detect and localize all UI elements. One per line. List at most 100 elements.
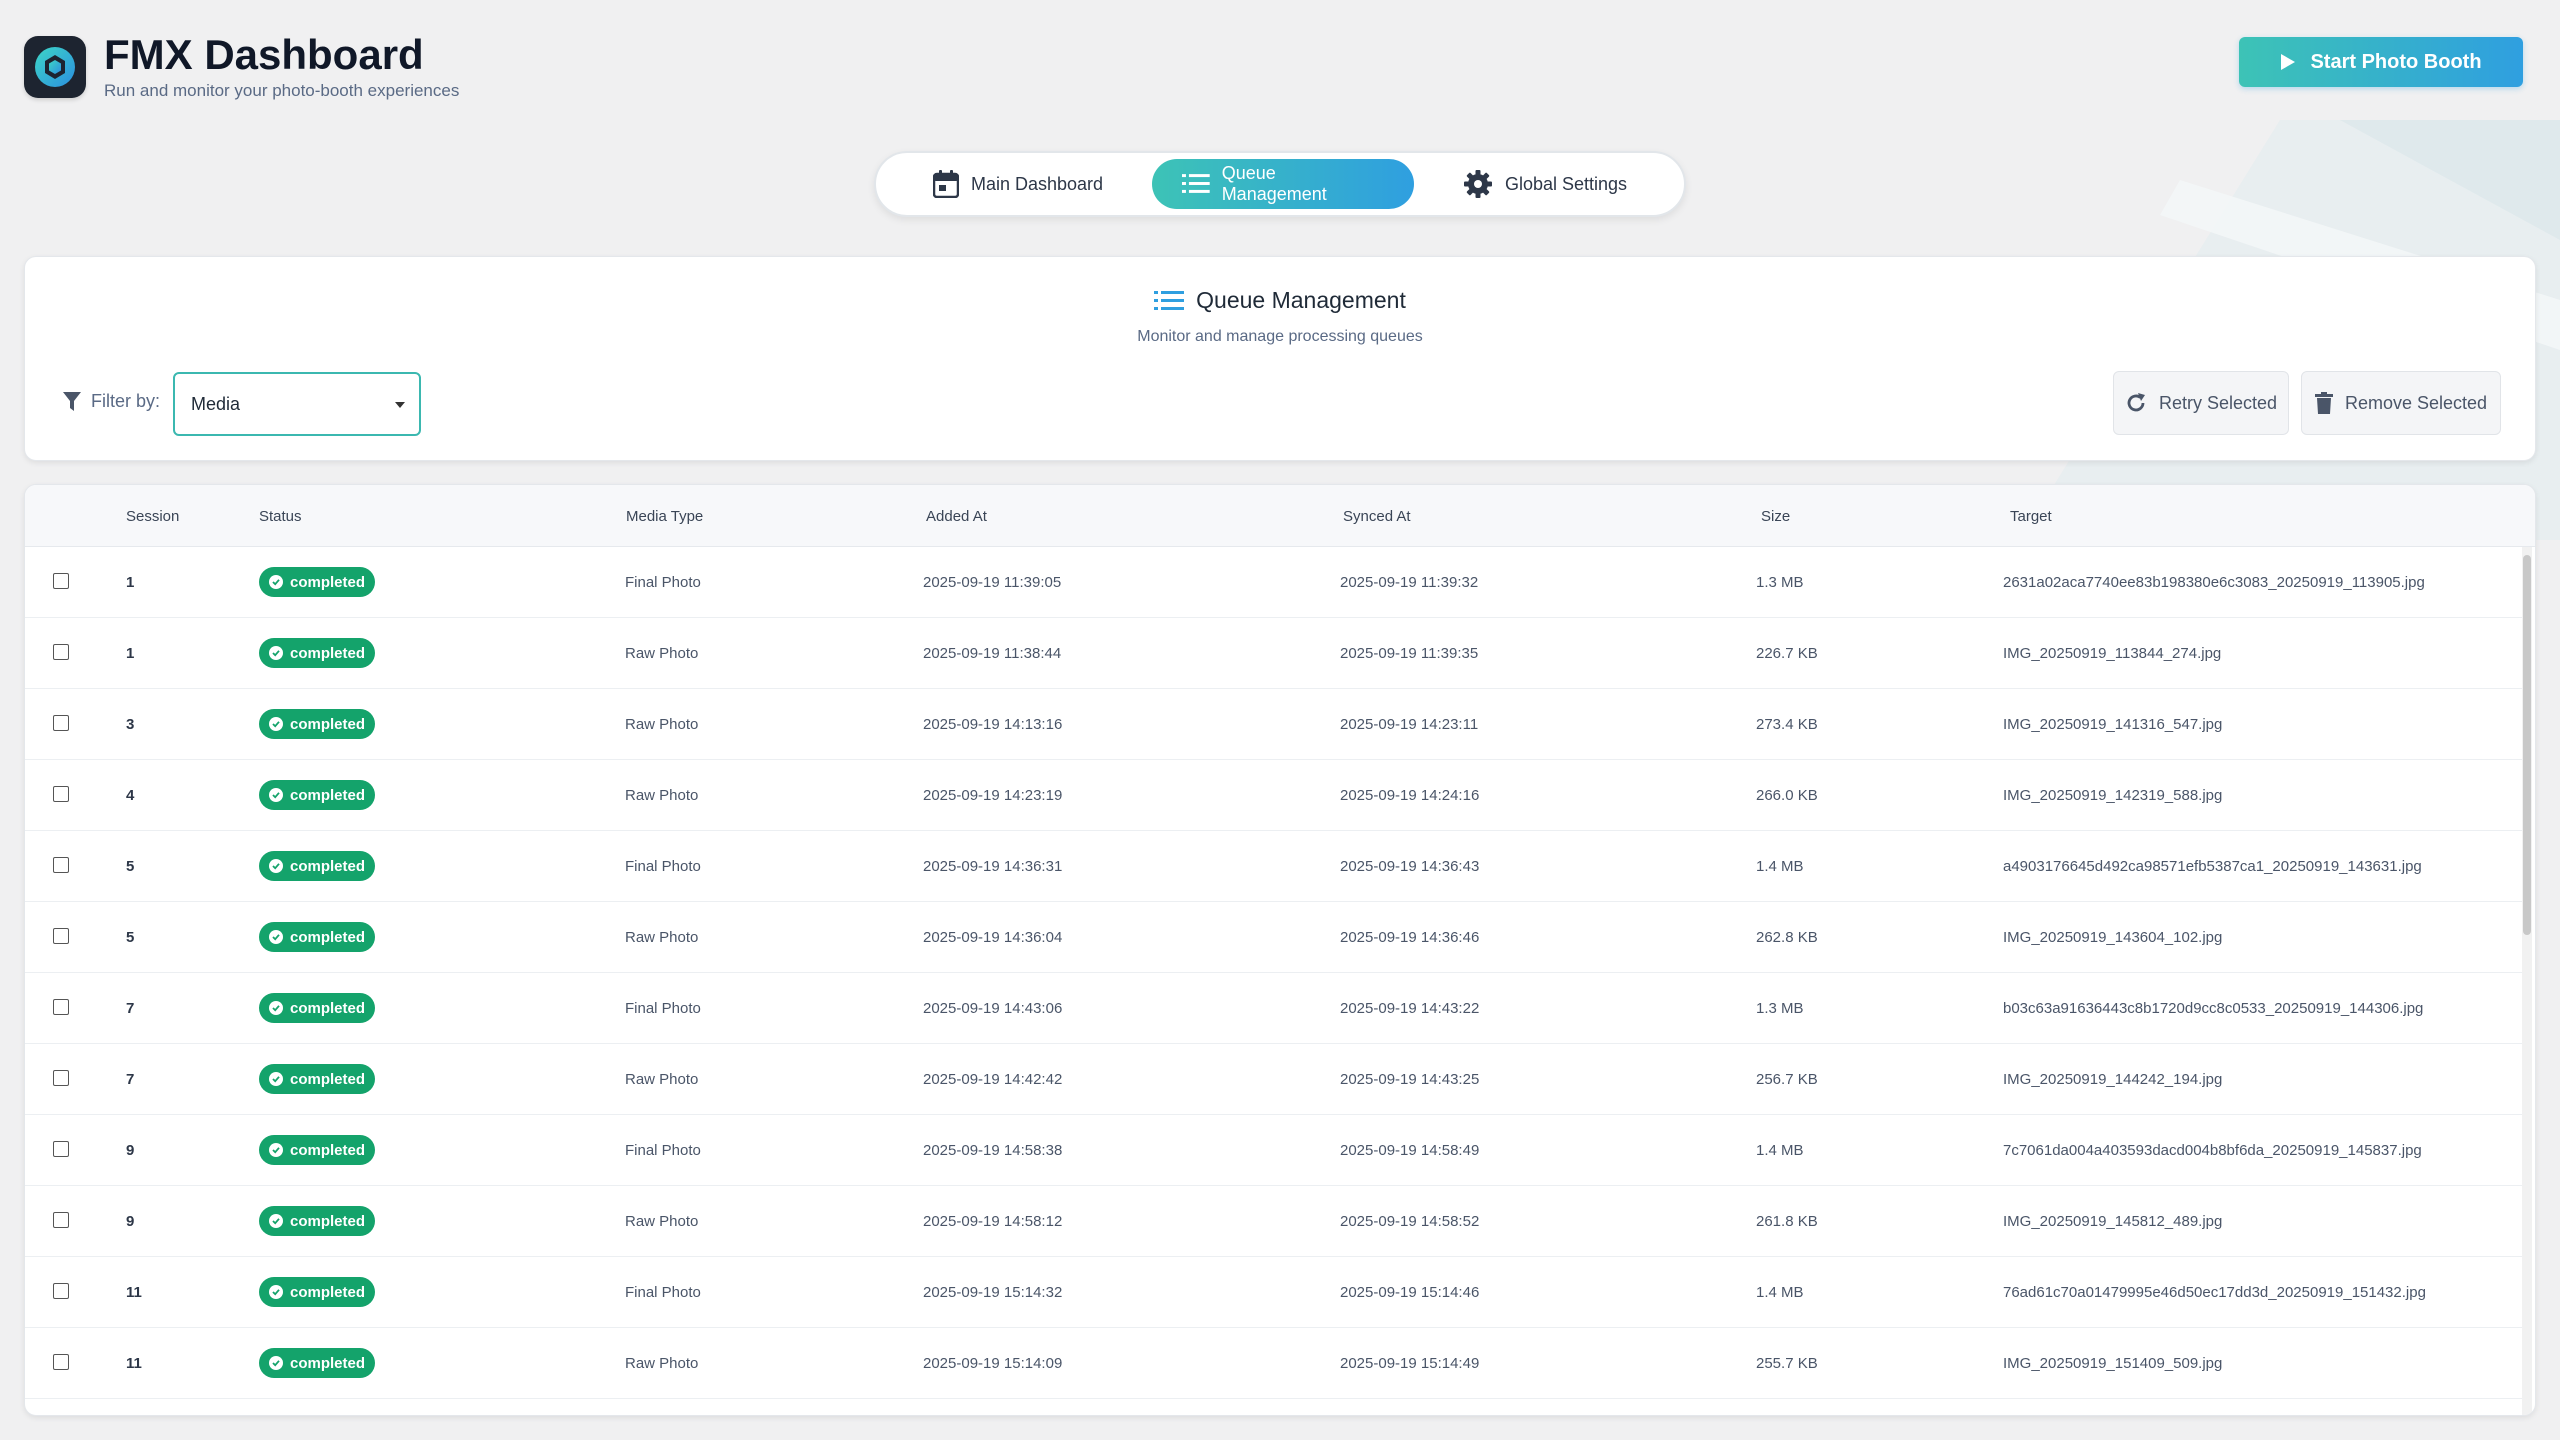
row-checkbox[interactable] — [53, 786, 69, 802]
table-row[interactable]: 7 completed Raw Photo 2025-09-19 14:42:4… — [25, 1044, 2525, 1115]
column-header-media-type[interactable]: Media Type — [626, 508, 703, 525]
cell-added-at: 2025-09-19 15:14:32 — [923, 1284, 1063, 1301]
row-checkbox[interactable] — [53, 999, 69, 1015]
table-row[interactable]: 5 completed Raw Photo 2025-09-19 14:36:0… — [25, 902, 2525, 973]
status-badge-label: completed — [290, 1212, 366, 1230]
cell-session: 5 — [126, 929, 135, 946]
cell-synced-at: 2025-09-19 14:36:43 — [1340, 858, 1480, 875]
cell-synced-at: 2025-09-19 15:14:49 — [1340, 1355, 1480, 1372]
table-row[interactable]: 9 completed Final Photo 2025-09-19 14:58… — [25, 1115, 2525, 1186]
cell-target: 7c7061da004a403593dacd004b8bf6da_2025091… — [2003, 1142, 2422, 1159]
status-badge-label: completed — [290, 1354, 366, 1372]
cell-media-type: Final Photo — [625, 1142, 701, 1159]
cell-media-type: Final Photo — [625, 1284, 701, 1301]
table-row[interactable]: 11 completed Raw Photo 2025-09-19 15:14:… — [25, 1328, 2525, 1399]
start-photo-booth-button[interactable]: Start Photo Booth — [2239, 37, 2523, 87]
status-badge: completed — [259, 638, 375, 668]
row-checkbox[interactable] — [53, 1283, 69, 1299]
status-badge-label: completed — [290, 715, 366, 733]
table-row[interactable]: 3 completed Raw Photo 2025-09-19 14:13:1… — [25, 689, 2525, 760]
table-scrollbar[interactable] — [2522, 547, 2532, 1415]
status-badge: completed — [259, 851, 375, 881]
tab-main-dashboard[interactable]: Main Dashboard — [884, 159, 1152, 209]
cell-target: IMG_20250919_151409_509.jpg — [2003, 1355, 2223, 1372]
check-circle-icon — [269, 717, 283, 731]
cell-media-type: Raw Photo — [625, 929, 699, 946]
cell-added-at: 2025-09-19 11:38:44 — [923, 645, 1062, 662]
table-row[interactable]: 7 completed Final Photo 2025-09-19 14:43… — [25, 973, 2525, 1044]
status-badge-label: completed — [290, 1070, 366, 1088]
cell-media-type: Raw Photo — [625, 645, 699, 662]
check-circle-icon — [269, 575, 283, 589]
row-checkbox[interactable] — [53, 1141, 69, 1157]
row-checkbox[interactable] — [53, 928, 69, 944]
scrollbar-thumb[interactable] — [2523, 555, 2531, 935]
cell-synced-at: 2025-09-19 14:23:11 — [1340, 716, 1479, 733]
cell-media-type: Raw Photo — [625, 1071, 699, 1088]
check-circle-icon — [269, 646, 283, 660]
column-header-status[interactable]: Status — [259, 508, 302, 525]
app-title: FMX Dashboard — [104, 31, 424, 78]
column-header-target[interactable]: Target — [2010, 508, 2052, 525]
table-row[interactable]: 5 completed Final Photo 2025-09-19 14:36… — [25, 831, 2525, 902]
cell-media-type: Raw Photo — [625, 1213, 699, 1230]
status-badge: completed — [259, 1064, 375, 1094]
column-header-synced-at[interactable]: Synced At — [1343, 508, 1411, 525]
cell-session: 1 — [126, 645, 135, 662]
cell-media-type: Final Photo — [625, 574, 701, 591]
row-checkbox[interactable] — [53, 1070, 69, 1086]
start-photo-booth-label: Start Photo Booth — [2310, 50, 2482, 73]
cell-target: b03c63a91636443c8b1720d9cc8c0533_2025091… — [2003, 1000, 2424, 1017]
cell-session: 9 — [126, 1142, 135, 1159]
status-badge: completed — [259, 567, 375, 597]
column-header-added-at[interactable]: Added At — [926, 508, 987, 525]
column-header-session[interactable]: Session — [126, 508, 179, 525]
retry-selected-button[interactable]: Retry Selected — [2113, 371, 2289, 435]
cell-size: 266.0 KB — [1756, 787, 1818, 804]
cell-session: 3 — [126, 716, 135, 733]
cell-target: 76ad61c70a01479995e46d50ec17dd3d_2025091… — [2003, 1284, 2426, 1301]
calendar-icon — [932, 170, 959, 198]
cell-target: a4903176645d492ca98571efb5387ca1_2025091… — [2003, 858, 2422, 875]
row-checkbox[interactable] — [53, 715, 69, 731]
filter-label: Filter by: — [63, 391, 160, 412]
remove-selected-button[interactable]: Remove Selected — [2301, 371, 2501, 435]
table-row[interactable]: 1 completed Final Photo 2025-09-19 11:39… — [25, 547, 2525, 618]
filter-select[interactable]: Media — [173, 372, 421, 436]
cell-media-type: Raw Photo — [625, 1355, 699, 1372]
queue-management-card: Queue Management Monitor and manage proc… — [24, 256, 2536, 461]
cell-media-type: Raw Photo — [625, 787, 699, 804]
row-checkbox[interactable] — [53, 857, 69, 873]
filter-select-value: Media — [191, 393, 241, 414]
column-header-size[interactable]: Size — [1761, 508, 1790, 525]
tab-queue-management[interactable]: Queue Management — [1152, 159, 1414, 209]
table-header: Session Status Media Type Added At Synce… — [25, 485, 2535, 547]
cell-media-type: Raw Photo — [625, 716, 699, 733]
cell-size: 1.4 MB — [1756, 858, 1804, 875]
table-row[interactable]: 4 completed Raw Photo 2025-09-19 14:23:1… — [25, 760, 2525, 831]
status-badge: completed — [259, 709, 375, 739]
cell-added-at: 2025-09-19 14:58:12 — [923, 1213, 1063, 1230]
status-badge-label: completed — [290, 1141, 366, 1159]
retry-selected-label: Retry Selected — [2158, 392, 2278, 413]
cell-synced-at: 2025-09-19 15:14:46 — [1340, 1284, 1480, 1301]
row-checkbox[interactable] — [53, 644, 69, 660]
tab-global-settings[interactable]: Global Settings — [1414, 159, 1676, 209]
app-subtitle: Run and monitor your photo-booth experie… — [104, 81, 460, 100]
row-checkbox[interactable] — [53, 573, 69, 589]
table-row[interactable]: 9 completed Raw Photo 2025-09-19 14:58:1… — [25, 1186, 2525, 1257]
row-checkbox[interactable] — [53, 1212, 69, 1228]
cell-added-at: 2025-09-19 14:58:38 — [923, 1142, 1063, 1159]
cell-synced-at: 2025-09-19 14:36:46 — [1340, 929, 1480, 946]
status-badge: completed — [259, 1135, 375, 1165]
status-badge: completed — [259, 780, 375, 810]
remove-selected-label: Remove Selected — [2344, 392, 2488, 413]
tab-bar: Main Dashboard Queue Management Global S… — [874, 151, 1686, 217]
cell-synced-at: 2025-09-19 14:24:16 — [1340, 787, 1480, 804]
check-circle-icon — [269, 1356, 283, 1370]
filter-label-text: Filter by: — [91, 391, 161, 411]
table-row[interactable]: 11 completed Final Photo 2025-09-19 15:1… — [25, 1257, 2525, 1328]
cell-session: 11 — [126, 1284, 142, 1301]
table-row[interactable]: 1 completed Raw Photo 2025-09-19 11:38:4… — [25, 618, 2525, 689]
row-checkbox[interactable] — [53, 1354, 69, 1370]
